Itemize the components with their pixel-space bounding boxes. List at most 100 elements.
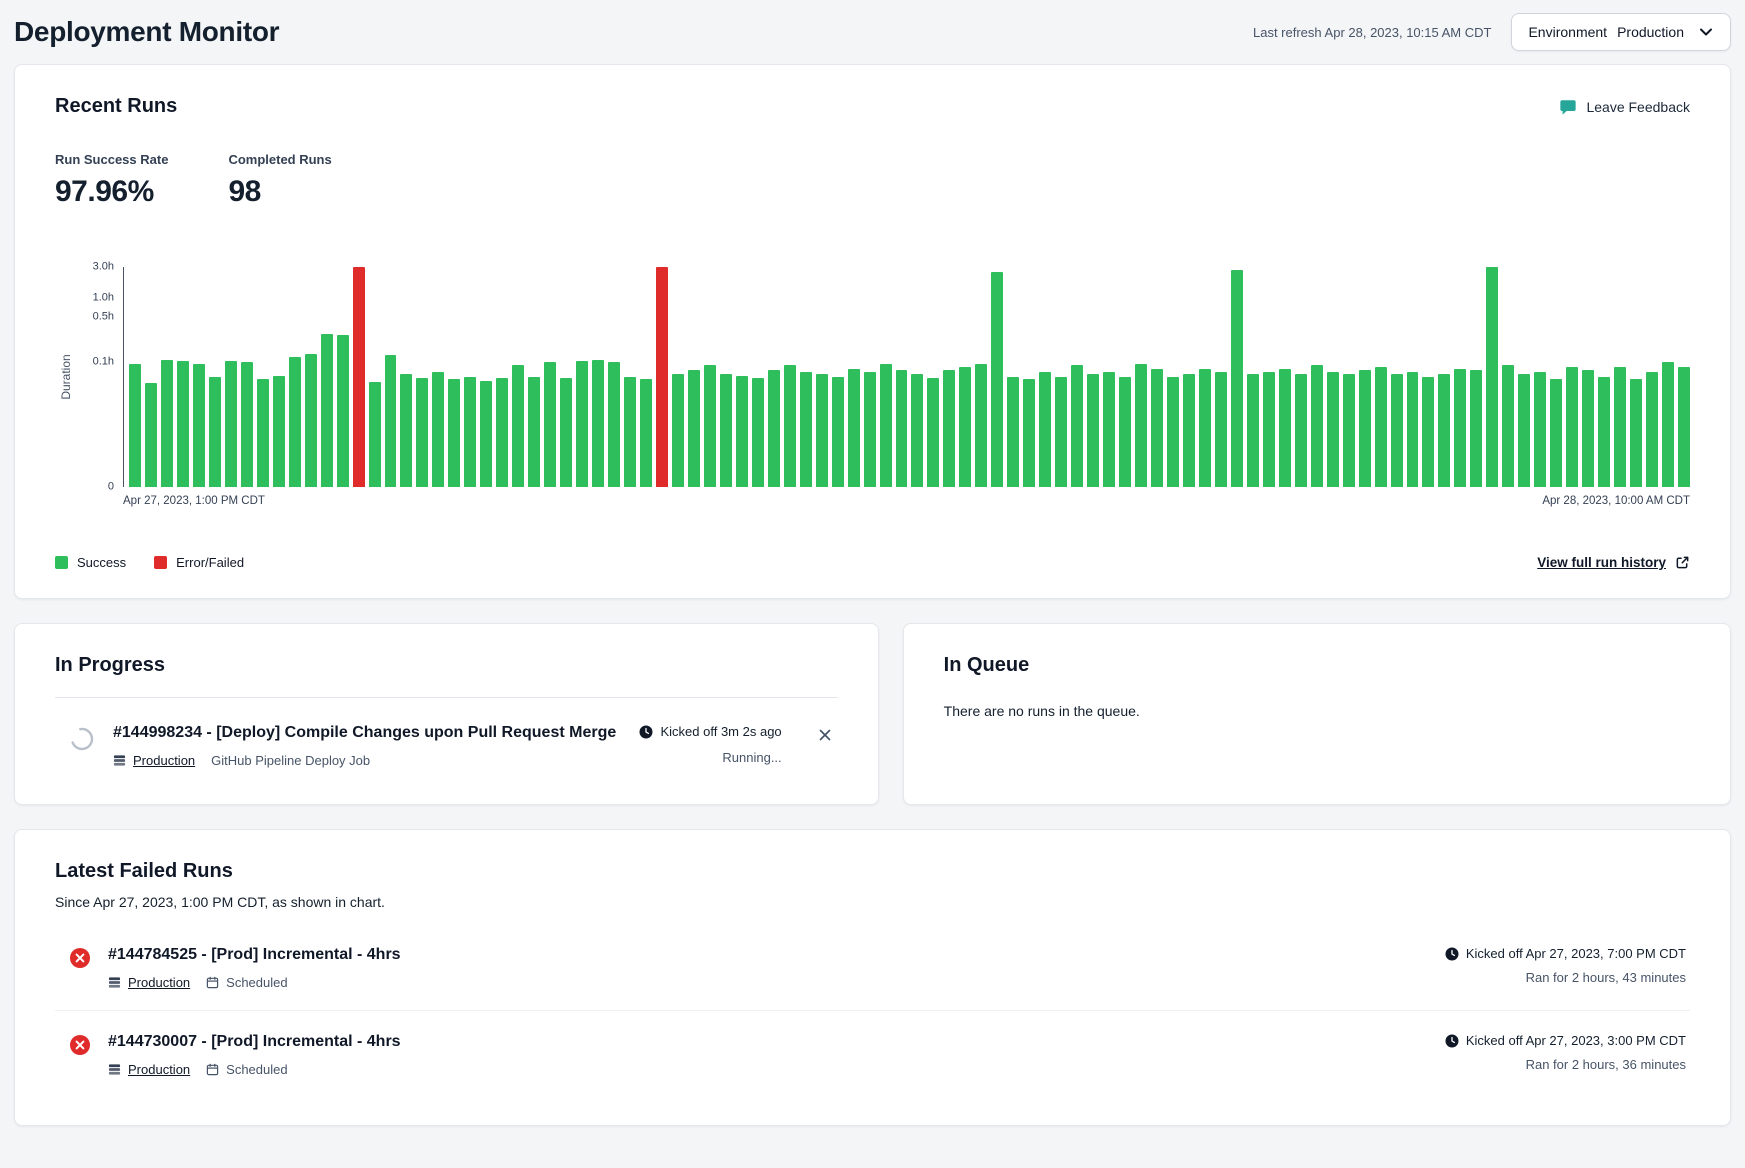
chart-bar-success[interactable]: [1119, 377, 1131, 487]
chart-bar-success[interactable]: [448, 379, 460, 487]
chart-bar-success[interactable]: [1039, 372, 1051, 487]
chart-bar-success[interactable]: [1263, 372, 1275, 487]
chart-bar-success[interactable]: [416, 378, 428, 487]
chart-bar-success[interactable]: [1550, 379, 1562, 487]
chart-bar-success[interactable]: [560, 378, 572, 487]
chart-bar-success[interactable]: [1343, 374, 1355, 487]
chart-bar-success[interactable]: [1438, 374, 1450, 487]
chart-bar-success[interactable]: [832, 377, 844, 487]
chart-bar-success[interactable]: [1215, 372, 1227, 487]
chart-bar-success[interactable]: [864, 372, 876, 487]
chart-bar-success[interactable]: [848, 369, 860, 487]
chart-bar-success[interactable]: [225, 361, 237, 487]
chart-bar-success[interactable]: [1486, 267, 1498, 487]
environment-link[interactable]: Production: [113, 753, 195, 768]
chart-bar-success[interactable]: [1007, 377, 1019, 487]
chart-bar-success[interactable]: [1598, 377, 1610, 487]
chart-bar-success[interactable]: [1375, 367, 1387, 487]
chart-bar-success[interactable]: [959, 367, 971, 487]
environment-link[interactable]: Production: [108, 1062, 190, 1077]
chart-bar-success[interactable]: [1087, 374, 1099, 487]
chart-bar-success[interactable]: [1678, 367, 1690, 487]
chart-bar-success[interactable]: [1518, 374, 1530, 487]
chart-bar-success[interactable]: [1470, 370, 1482, 487]
close-icon[interactable]: [816, 726, 834, 747]
chart-bar-success[interactable]: [337, 335, 349, 487]
chart-bar-success[interactable]: [1630, 379, 1642, 487]
chart-bar-success[interactable]: [1359, 370, 1371, 487]
chart-bar-success[interactable]: [512, 365, 524, 487]
environment-link[interactable]: Production: [108, 975, 190, 990]
chart-bar-success[interactable]: [672, 374, 684, 487]
chart-bar-success[interactable]: [1199, 369, 1211, 487]
chart-bar-failed[interactable]: [656, 267, 668, 487]
chart-bar-success[interactable]: [608, 362, 620, 487]
chart-bar-success[interactable]: [896, 370, 908, 487]
chart-bar-success[interactable]: [257, 379, 269, 487]
chart-bar-success[interactable]: [1502, 365, 1514, 487]
chart-bar-success[interactable]: [975, 364, 987, 487]
chart-bar-failed[interactable]: [353, 267, 365, 487]
chart-bar-success[interactable]: [943, 370, 955, 487]
chart-bar-success[interactable]: [1534, 372, 1546, 487]
environment-dropdown[interactable]: Environment Production: [1511, 13, 1731, 51]
chart-bar-success[interactable]: [464, 377, 476, 487]
chart-bar-success[interactable]: [1662, 362, 1674, 487]
chart-bar-success[interactable]: [768, 370, 780, 487]
chart-bar-success[interactable]: [321, 334, 333, 488]
chart-bar-success[interactable]: [592, 360, 604, 487]
chart-bar-success[interactable]: [1422, 377, 1434, 487]
chart-bar-success[interactable]: [273, 376, 285, 487]
chart-bar-success[interactable]: [736, 376, 748, 487]
chart-bar-success[interactable]: [145, 383, 157, 487]
chart-bar-success[interactable]: [624, 377, 636, 487]
chart-bar-success[interactable]: [1247, 374, 1259, 487]
chart-bar-success[interactable]: [289, 357, 301, 487]
chart-bar-success[interactable]: [177, 361, 189, 487]
chart-bar-success[interactable]: [305, 354, 317, 487]
chart-bar-success[interactable]: [1279, 369, 1291, 487]
chart-bar-success[interactable]: [1311, 365, 1323, 487]
chart-bar-success[interactable]: [1055, 377, 1067, 487]
chart-bar-success[interactable]: [1135, 364, 1147, 487]
chart-bar-success[interactable]: [528, 377, 540, 487]
chart-bar-success[interactable]: [1167, 377, 1179, 487]
chart-bar-success[interactable]: [927, 378, 939, 487]
chart-bar-success[interactable]: [1023, 379, 1035, 487]
chart-bar-success[interactable]: [544, 362, 556, 487]
chart-bar-success[interactable]: [1454, 369, 1466, 487]
chart-bar-success[interactable]: [480, 381, 492, 487]
leave-feedback-link[interactable]: Leave Feedback: [1559, 98, 1690, 116]
chart-bar-success[interactable]: [880, 364, 892, 487]
chart-bar-success[interactable]: [1582, 370, 1594, 487]
chart-bar-success[interactable]: [1614, 367, 1626, 487]
chart-bar-success[interactable]: [1183, 374, 1195, 487]
chart-bar-success[interactable]: [1327, 372, 1339, 487]
chart-bar-success[interactable]: [991, 272, 1003, 487]
chart-bar-success[interactable]: [1391, 374, 1403, 487]
chart-bar-success[interactable]: [800, 372, 812, 487]
chart-bar-success[interactable]: [496, 378, 508, 487]
chart-bar-success[interactable]: [400, 374, 412, 487]
chart-bar-success[interactable]: [129, 364, 141, 487]
chart-bar-success[interactable]: [1151, 369, 1163, 487]
chart-bar-success[interactable]: [704, 365, 716, 487]
chart-bar-success[interactable]: [161, 360, 173, 487]
chart-bar-success[interactable]: [385, 355, 397, 487]
chart-bar-success[interactable]: [688, 370, 700, 487]
chart-bar-success[interactable]: [369, 382, 381, 487]
view-full-run-history-link[interactable]: View full run history: [1537, 555, 1690, 570]
chart-bar-success[interactable]: [1407, 372, 1419, 487]
chart-bar-success[interactable]: [640, 379, 652, 487]
chart-bar-success[interactable]: [432, 372, 444, 487]
chart-bar-success[interactable]: [752, 378, 764, 487]
chart-bar-success[interactable]: [816, 374, 828, 487]
chart-bar-success[interactable]: [1231, 270, 1243, 487]
chart-bar-success[interactable]: [1295, 374, 1307, 487]
chart-bar-success[interactable]: [1071, 365, 1083, 487]
chart-bar-success[interactable]: [784, 365, 796, 487]
chart-bar-success[interactable]: [1566, 367, 1578, 487]
chart-bar-success[interactable]: [720, 374, 732, 487]
chart-bar-success[interactable]: [209, 377, 221, 487]
chart-bar-success[interactable]: [911, 374, 923, 487]
